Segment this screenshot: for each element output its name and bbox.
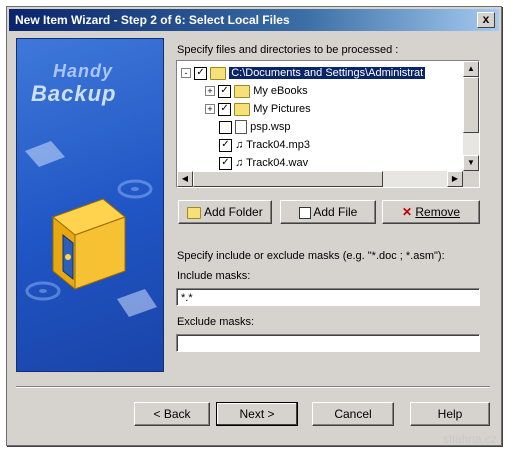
window-title: New Item Wizard - Step 2 of 6: Select Lo…: [15, 13, 290, 27]
safe-icon: [52, 198, 126, 291]
add-file-label: Add File: [313, 205, 358, 219]
tree-item-label: My Pictures: [253, 103, 311, 115]
scroll-down-arrow-icon[interactable]: ▼: [463, 155, 479, 171]
tree-checkbox[interactable]: ✓: [219, 156, 232, 170]
wizard-banner: Handy Backup: [16, 38, 164, 372]
remove-button[interactable]: ✕ Remove: [382, 200, 480, 224]
help-button[interactable]: Help: [410, 402, 490, 426]
folder-icon: [210, 66, 227, 80]
horizontal-scrollbar[interactable]: ◀ ▶: [177, 171, 463, 187]
cancel-button[interactable]: Cancel: [312, 402, 394, 426]
folder-icon: [234, 84, 251, 98]
tree-item-label: psp.wsp: [250, 121, 291, 133]
scroll-right-arrow-icon[interactable]: ▶: [447, 171, 463, 187]
scroll-thumb[interactable]: [193, 171, 383, 187]
audio-file-icon: ♫: [235, 139, 244, 151]
next-button[interactable]: Next >: [216, 402, 298, 426]
tree-row-root[interactable]: - ✓ C:\Documents and Settings\Administra…: [181, 65, 426, 81]
masks-description: Specify include or exclude masks (e.g. "…: [177, 250, 445, 262]
tree-item-label: My eBooks: [253, 85, 308, 97]
tree-checkbox[interactable]: ✓: [194, 66, 208, 80]
document-icon: [25, 141, 65, 167]
expand-icon[interactable]: +: [205, 104, 215, 115]
tree-item-label: C:\Documents and Settings\Administrat: [229, 67, 426, 79]
tree-checkbox[interactable]: ✓: [219, 138, 232, 152]
scrollbar-corner: [463, 171, 479, 187]
scroll-left-arrow-icon[interactable]: ◀: [177, 171, 193, 187]
files-label: Specify files and directories to be proc…: [177, 44, 399, 56]
audio-file-icon: ♫: [235, 157, 244, 169]
tree-checkbox[interactable]: ✓: [218, 84, 232, 98]
tree-row-my-pictures[interactable]: + ✓ My Pictures: [205, 101, 311, 117]
exclude-masks-input[interactable]: [176, 334, 480, 352]
file-icon: [235, 120, 248, 135]
include-masks-input[interactable]: *.*: [176, 288, 480, 306]
tree-row-psp-wsp[interactable]: psp.wsp: [219, 119, 290, 135]
include-masks-label: Include masks:: [177, 270, 251, 282]
tree-item-label: Track04.mp3: [246, 139, 310, 151]
cd-icon: [25, 281, 61, 301]
remove-icon: ✕: [401, 205, 413, 219]
add-file-icon: [298, 206, 311, 219]
folder-icon: [187, 206, 202, 219]
tree-row-my-ebooks[interactable]: + ✓ My eBooks: [205, 83, 308, 99]
remove-label: Remove: [415, 205, 461, 219]
back-button[interactable]: < Back: [134, 402, 210, 426]
tree-row-track04-wav[interactable]: ✓ ♫ Track04.wav: [219, 155, 308, 171]
tree-row-track04-mp3[interactable]: ✓ ♫ Track04.mp3: [219, 137, 310, 153]
cd-icon: [117, 179, 153, 199]
add-file-button[interactable]: Add File: [280, 200, 376, 224]
add-folder-label: Add Folder: [203, 205, 263, 219]
close-button[interactable]: x: [477, 12, 495, 28]
scroll-thumb[interactable]: [463, 77, 479, 133]
title-bar: New Item Wizard - Step 2 of 6: Select Lo…: [9, 9, 499, 31]
watermark: stiahna.cz: [442, 432, 497, 446]
folder-icon: [234, 102, 251, 116]
vertical-scrollbar[interactable]: ▲ ▼: [463, 61, 479, 171]
scroll-up-arrow-icon[interactable]: ▲: [463, 61, 479, 77]
tree-checkbox[interactable]: [219, 120, 232, 134]
separator: [16, 386, 490, 388]
tree-item-label: Track04.wav: [246, 157, 309, 169]
file-tree[interactable]: - ✓ C:\Documents and Settings\Administra…: [176, 60, 480, 188]
document-icon: [117, 289, 157, 317]
add-folder-button[interactable]: Add Folder: [178, 200, 272, 224]
collapse-icon[interactable]: -: [181, 68, 191, 79]
expand-icon[interactable]: +: [205, 86, 215, 97]
tree-checkbox[interactable]: ✓: [218, 102, 232, 116]
exclude-masks-label: Exclude masks:: [177, 316, 255, 328]
banner-illustration: [25, 141, 157, 317]
